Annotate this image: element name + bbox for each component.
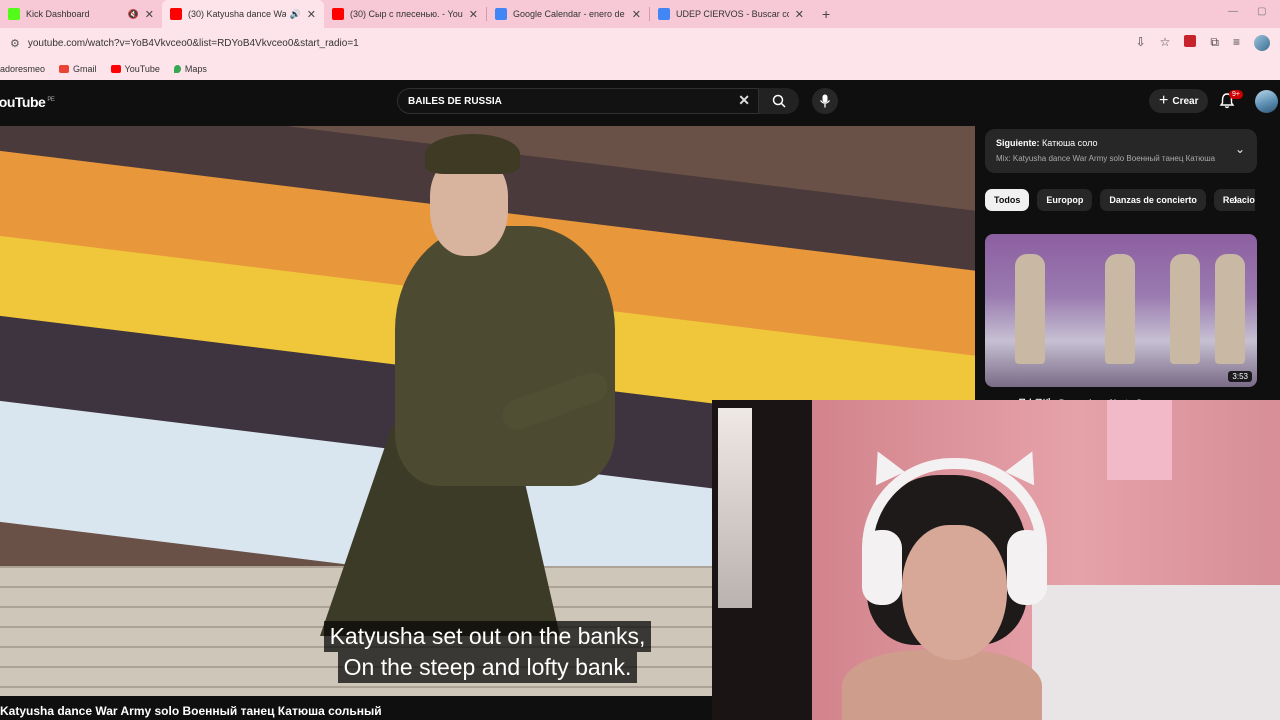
close-icon[interactable]: ✕ bbox=[795, 8, 804, 21]
bookmark-label: Maps bbox=[184, 64, 207, 74]
filter-chips: Todos Europop Danzas de concierto Relaci… bbox=[985, 189, 1255, 213]
tab-google-calendar[interactable]: Google Calendar - enero de 20 ✕ bbox=[487, 0, 649, 28]
notification-badge: 9+ bbox=[1229, 90, 1243, 99]
plus-icon: + bbox=[1159, 92, 1169, 109]
dancer-uniform bbox=[395, 226, 615, 486]
youtube-icon bbox=[110, 65, 121, 73]
playlist-next-card[interactable]: Siguiente: Катюша соло Mix: Katyusha dan… bbox=[985, 129, 1257, 173]
muted-icon[interactable]: 🔇 bbox=[128, 9, 139, 20]
new-tab-button[interactable]: + bbox=[822, 6, 830, 22]
account-avatar[interactable] bbox=[1255, 90, 1278, 113]
headset-earcup bbox=[862, 530, 902, 605]
gmail-icon bbox=[59, 65, 70, 73]
tab-label: (30) Katyusha dance War Ar bbox=[188, 9, 286, 19]
close-icon[interactable]: ✕ bbox=[307, 8, 316, 21]
thumbnail-dancer bbox=[1170, 254, 1200, 364]
search-icon bbox=[772, 94, 786, 108]
streamer-shoulders bbox=[842, 650, 1042, 720]
next-up: Siguiente: Катюша соло bbox=[996, 138, 1097, 148]
install-app-icon[interactable]: ⇩ bbox=[1136, 35, 1146, 51]
search-button[interactable] bbox=[759, 88, 799, 114]
youtube-icon bbox=[170, 8, 182, 20]
voice-search-button[interactable] bbox=[812, 88, 838, 114]
tab-label: Kick Dashboard bbox=[26, 9, 90, 19]
search-input[interactable]: BAILES DE RUSSIA ✕ bbox=[397, 88, 759, 114]
bookmark-youtube[interactable]: YouTube bbox=[110, 64, 160, 74]
extension-icon[interactable] bbox=[1184, 35, 1197, 47]
thumbnail-dancer bbox=[1215, 254, 1245, 364]
next-prefix: Siguiente: bbox=[996, 138, 1040, 148]
chevron-right-icon[interactable]: › bbox=[1233, 191, 1238, 207]
bookmarks-bar: adoresmeo Gmail YouTube Maps bbox=[0, 58, 1280, 80]
bookmark-label: Gmail bbox=[73, 64, 97, 74]
mix-title: Mix: Katyusha dance War Army solo Военны… bbox=[996, 154, 1216, 163]
clear-search-icon[interactable]: ✕ bbox=[738, 92, 750, 109]
video-duration: 3:53 bbox=[1228, 371, 1252, 382]
create-label: Crear bbox=[1172, 95, 1199, 107]
caption-line: Katyusha set out on the banks, bbox=[323, 621, 652, 652]
youtube-icon bbox=[332, 8, 344, 20]
bed bbox=[1032, 585, 1280, 720]
thumbnail-dancer bbox=[1015, 254, 1045, 364]
address-bar: ⚙ youtube.com/watch?v=YoB4Vkvceo0&list=R… bbox=[0, 28, 1280, 58]
bookmark-label: adoresmeo bbox=[0, 64, 46, 74]
google-icon bbox=[658, 8, 670, 20]
maximize-icon[interactable]: ▢ bbox=[1257, 6, 1266, 17]
tab-google-search[interactable]: UDEP CIERVOS - Buscar con Go ✕ bbox=[650, 0, 812, 28]
video-title: Katyusha dance War Army solo Военный тан… bbox=[0, 697, 712, 720]
calendar-icon bbox=[495, 8, 507, 20]
tab-label: (30) Сыр с плесенью. - YouTub bbox=[350, 9, 463, 19]
chip-danzas[interactable]: Danzas de concierto bbox=[1100, 189, 1206, 211]
create-button[interactable]: + Crear bbox=[1149, 89, 1209, 113]
media-control-icon[interactable]: ≡ bbox=[1233, 35, 1240, 51]
webcam-overlay bbox=[712, 400, 1280, 720]
caption-line: On the steep and lofty bank. bbox=[337, 652, 638, 683]
audio-playing-icon[interactable]: 🔊 bbox=[290, 9, 301, 20]
youtube-logo[interactable]: YouTubePE bbox=[0, 94, 55, 110]
chip-todos[interactable]: Todos bbox=[985, 189, 1030, 211]
tab-label: UDEP CIERVOS - Buscar con Go bbox=[676, 9, 789, 19]
profile-avatar[interactable] bbox=[1254, 35, 1270, 51]
close-icon[interactable]: ✕ bbox=[145, 8, 154, 21]
bookmark-label: YouTube bbox=[124, 64, 160, 74]
headset-earcup bbox=[1007, 530, 1047, 605]
kick-icon bbox=[8, 8, 20, 20]
region-code: PE bbox=[47, 97, 55, 104]
wall-poster bbox=[1107, 400, 1172, 480]
bookmark-item[interactable]: adoresmeo bbox=[0, 64, 45, 74]
thumbnail-dancer bbox=[1105, 254, 1135, 364]
microphone-icon bbox=[819, 94, 831, 108]
url-field[interactable]: youtube.com/watch?v=YoB4Vkvceo0&list=RDY… bbox=[28, 38, 359, 49]
tab-kick-dashboard[interactable]: Kick Dashboard 🔇 ✕ bbox=[0, 0, 162, 28]
tab-youtube-cheese[interactable]: (30) Сыр с плесенью. - YouTub ✕ bbox=[324, 0, 486, 28]
close-icon[interactable]: ✕ bbox=[469, 8, 478, 21]
minimize-icon[interactable]: — bbox=[1228, 6, 1238, 17]
next-title: Катюша соло bbox=[1042, 138, 1098, 148]
maps-pin-icon bbox=[173, 65, 181, 73]
tab-label: Google Calendar - enero de 20 bbox=[513, 9, 626, 19]
bookmark-star-icon[interactable]: ☆ bbox=[1160, 35, 1171, 51]
extensions-puzzle-icon[interactable]: ⧉ bbox=[1210, 35, 1219, 51]
recommended-video-thumbnail[interactable]: 3:53 bbox=[985, 234, 1257, 387]
site-info-icon[interactable]: ⚙ bbox=[10, 37, 20, 50]
tab-youtube-katyusha[interactable]: (30) Katyusha dance War Ar 🔊 ✕ bbox=[162, 0, 324, 28]
dancer-cap bbox=[425, 134, 520, 174]
tab-bar: Kick Dashboard 🔇 ✕ (30) Katyusha dance W… bbox=[0, 0, 1280, 28]
bookmark-gmail[interactable]: Gmail bbox=[59, 64, 97, 74]
hanging-clothes bbox=[718, 408, 752, 608]
bookmark-maps[interactable]: Maps bbox=[173, 64, 207, 74]
logo-text: YouTube bbox=[0, 94, 46, 110]
close-icon[interactable]: ✕ bbox=[632, 8, 641, 21]
search-query: BAILES DE RUSSIA bbox=[408, 95, 502, 107]
chevron-down-icon[interactable]: ⌄ bbox=[1235, 142, 1245, 156]
chip-europop[interactable]: Europop bbox=[1037, 189, 1093, 211]
youtube-header: YouTubePE BAILES DE RUSSIA ✕ + Crear 9+ bbox=[0, 80, 1280, 126]
address-actions: ⇩ ☆ ⧉ ≡ bbox=[1136, 35, 1270, 51]
